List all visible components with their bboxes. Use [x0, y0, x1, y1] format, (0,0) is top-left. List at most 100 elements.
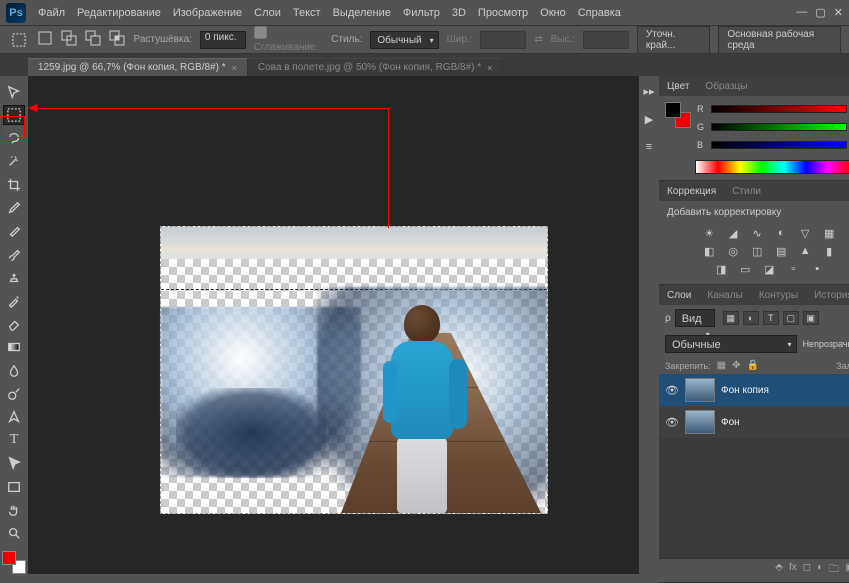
- g-slider[interactable]: [711, 123, 847, 131]
- minimize-icon[interactable]: —: [796, 6, 807, 19]
- foreground-background-color[interactable]: [2, 551, 26, 574]
- pen-tool[interactable]: [3, 407, 25, 426]
- tab-color[interactable]: Цвет: [659, 79, 697, 94]
- selective-color-icon[interactable]: ◪: [761, 262, 777, 276]
- lasso-tool[interactable]: [3, 129, 25, 148]
- curves-icon[interactable]: ∿: [749, 226, 765, 240]
- levels-icon[interactable]: ◢: [725, 226, 741, 240]
- color-spectrum[interactable]: [695, 160, 849, 174]
- clone-stamp-tool[interactable]: [3, 268, 25, 287]
- tab-layers[interactable]: Слои: [659, 288, 699, 303]
- tab-styles[interactable]: Стили: [724, 184, 769, 199]
- style-dropdown[interactable]: Обычный: [370, 31, 438, 49]
- path-selection-tool[interactable]: [3, 454, 25, 473]
- b-slider[interactable]: [711, 141, 847, 149]
- brush-tool[interactable]: [3, 245, 25, 264]
- crop-tool[interactable]: [3, 175, 25, 194]
- menu-3d[interactable]: 3D: [452, 7, 466, 19]
- menu-help[interactable]: Справка: [578, 7, 621, 19]
- marquee-mode-new[interactable]: [37, 30, 53, 49]
- marquee-mode-intersect[interactable]: [109, 30, 125, 49]
- tab-history[interactable]: История: [806, 288, 849, 303]
- menu-layers[interactable]: Слои: [254, 7, 281, 19]
- move-tool[interactable]: [3, 82, 25, 101]
- adjustment-layer-icon[interactable]: ◐: [817, 562, 823, 579]
- hand-tool[interactable]: [3, 500, 25, 519]
- canvas-area[interactable]: [28, 76, 639, 574]
- zoom-tool[interactable]: [3, 524, 25, 543]
- filter-smart-icon[interactable]: ▣: [803, 311, 819, 325]
- tab-adjustments[interactable]: Коррекция: [659, 184, 724, 199]
- menu-text[interactable]: Текст: [293, 7, 321, 19]
- filter-adjust-icon[interactable]: ◐: [743, 311, 759, 325]
- brightness-icon[interactable]: ☀: [701, 226, 717, 240]
- layer-name[interactable]: Фон: [721, 417, 740, 428]
- filter-pixel-icon[interactable]: ▦: [723, 311, 739, 325]
- close-tab-icon[interactable]: ×: [232, 63, 237, 73]
- lock-pixels-icon[interactable]: ▦: [717, 360, 726, 371]
- play-icon[interactable]: ▶: [639, 110, 659, 128]
- blend-mode-dropdown[interactable]: Обычные: [665, 335, 797, 353]
- channel-mixer-icon[interactable]: ◫: [749, 244, 765, 258]
- gradient-map-icon[interactable]: ▭: [737, 262, 753, 276]
- menu-window[interactable]: Окно: [540, 7, 566, 19]
- tab-paths[interactable]: Контуры: [751, 288, 806, 303]
- new-layer-icon[interactable]: ▣: [845, 562, 849, 579]
- rectangle-tool[interactable]: [3, 477, 25, 496]
- color-lookup-icon[interactable]: ▤: [773, 244, 789, 258]
- photo-filter-icon[interactable]: ◎: [725, 244, 741, 258]
- eraser-tool[interactable]: [3, 314, 25, 333]
- filter-kind-dropdown[interactable]: Вид: [675, 309, 715, 327]
- layer-name[interactable]: Фон копия: [721, 385, 769, 396]
- menu-file[interactable]: Файл: [38, 7, 65, 19]
- threshold-icon[interactable]: ◨: [713, 262, 729, 276]
- tab-swatches[interactable]: Образцы: [697, 79, 755, 94]
- menu-view[interactable]: Просмотр: [478, 7, 528, 19]
- layer-thumbnail[interactable]: [685, 378, 715, 402]
- blur-tool[interactable]: [3, 361, 25, 380]
- fx-icon[interactable]: fx: [789, 562, 797, 579]
- layer-thumbnail[interactable]: [685, 410, 715, 434]
- refine-edge-button[interactable]: Уточн. край...: [637, 26, 710, 54]
- adj-icon[interactable]: ▫: [785, 262, 801, 276]
- feather-input[interactable]: 0 пикс.: [200, 31, 246, 49]
- lock-all-icon[interactable]: 🔒: [746, 360, 758, 371]
- menu-edit[interactable]: Редактирование: [77, 7, 161, 19]
- menu-select[interactable]: Выделение: [333, 7, 391, 19]
- rectangular-marquee-tool[interactable]: [3, 105, 25, 124]
- posterize-icon[interactable]: ▮: [821, 244, 837, 258]
- group-icon[interactable]: 🗀: [829, 562, 839, 579]
- close-tab-icon[interactable]: ×: [487, 63, 492, 73]
- close-icon[interactable]: ✕: [834, 6, 843, 19]
- adjust-icon[interactable]: ≡: [639, 138, 659, 156]
- adj-icon[interactable]: ▪: [809, 262, 825, 276]
- visibility-icon[interactable]: 👁: [665, 416, 679, 429]
- magic-wand-tool[interactable]: [3, 152, 25, 171]
- menu-image[interactable]: Изображение: [173, 7, 242, 19]
- history-brush-tool[interactable]: [3, 291, 25, 310]
- dodge-tool[interactable]: [3, 384, 25, 403]
- maximize-icon[interactable]: ▢: [815, 6, 825, 19]
- hue-icon[interactable]: ▦: [821, 226, 837, 240]
- vibrance-icon[interactable]: ▽: [797, 226, 813, 240]
- gradient-tool[interactable]: [3, 338, 25, 357]
- visibility-icon[interactable]: 👁: [665, 384, 679, 397]
- menu-filter[interactable]: Фильтр: [403, 7, 440, 19]
- filter-shape-icon[interactable]: ▢: [783, 311, 799, 325]
- healing-brush-tool[interactable]: [3, 221, 25, 240]
- tab-channels[interactable]: Каналы: [699, 288, 751, 303]
- marquee-mode-subtract[interactable]: [85, 30, 101, 49]
- document-canvas[interactable]: [160, 226, 548, 514]
- mask-icon[interactable]: ◻: [803, 562, 811, 579]
- marquee-mode-add[interactable]: [61, 30, 77, 49]
- link-layers-icon[interactable]: ⬘: [775, 562, 783, 579]
- r-slider[interactable]: [711, 105, 847, 113]
- eyedropper-tool[interactable]: [3, 198, 25, 217]
- layer-item[interactable]: 👁 Фон: [659, 406, 849, 438]
- dock-expand-icon[interactable]: ▸▸: [639, 82, 659, 100]
- bw-icon[interactable]: ◧: [701, 244, 717, 258]
- document-tab[interactable]: Сова в полете.jpg @ 50% (Фон копия, RGB/…: [248, 58, 504, 76]
- lock-position-icon[interactable]: ✥: [732, 360, 740, 371]
- filter-type-icon[interactable]: T: [763, 311, 779, 325]
- invert-icon[interactable]: ▲: [797, 244, 813, 258]
